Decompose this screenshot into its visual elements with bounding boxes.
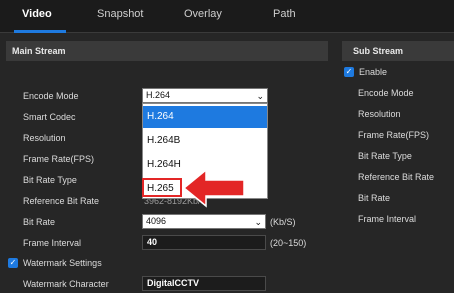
red-arrow-icon: [184, 168, 245, 208]
watermark-character-label: Watermark Character: [23, 279, 109, 289]
sub-encode-mode-label: Encode Mode: [358, 88, 414, 98]
frame-interval-label: Frame Interval: [23, 238, 82, 248]
sub-frame-rate-label: Frame Rate(FPS): [358, 130, 430, 140]
bit-rate-value: 4096: [146, 216, 167, 226]
smart-codec-label: Smart Codec: [23, 112, 76, 122]
tab-path[interactable]: Path: [273, 8, 296, 20]
bit-rate-unit: (Kb/S): [270, 217, 296, 227]
sub-frame-interval-label: Frame Interval: [358, 214, 417, 224]
tab-bar: Video Snapshot Overlay Path: [0, 0, 454, 33]
frame-rate-label: Frame Rate(FPS): [23, 154, 95, 164]
active-tab-indicator: [14, 30, 66, 33]
encode-option-h264b[interactable]: H.264B: [143, 130, 267, 152]
tab-snapshot[interactable]: Snapshot: [97, 8, 143, 20]
chevron-down-icon: ⌄: [256, 91, 264, 101]
encode-mode-select[interactable]: H.264 ⌄: [142, 88, 268, 103]
frame-interval-input[interactable]: 40: [142, 235, 266, 250]
encode-option-h264[interactable]: H.264: [143, 106, 267, 128]
bit-rate-select[interactable]: 4096 ⌄: [142, 214, 266, 229]
tab-overlay[interactable]: Overlay: [184, 8, 222, 20]
sub-stream-header: Sub Stream: [342, 41, 454, 61]
bit-rate-type-label: Bit Rate Type: [23, 175, 77, 185]
watermark-character-input[interactable]: DigitalCCTV: [142, 276, 266, 291]
sub-bit-rate-type-label: Bit Rate Type: [358, 151, 412, 161]
check-icon: ✓: [9, 258, 17, 267]
reference-bit-rate-label: Reference Bit Rate: [23, 196, 100, 206]
tab-video[interactable]: Video: [22, 8, 52, 20]
bit-rate-label: Bit Rate: [23, 217, 56, 227]
sub-bit-rate-label: Bit Rate: [358, 193, 391, 203]
sub-resolution-label: Resolution: [358, 109, 401, 119]
frame-interval-range: (20~150): [270, 238, 307, 248]
h265-highlight-box: [142, 178, 182, 197]
sub-reference-bit-rate-label: Reference Bit Rate: [358, 172, 435, 182]
sub-stream-enable-label: Enable: [359, 67, 388, 77]
watermark-settings-label: Watermark Settings: [23, 258, 102, 268]
encode-mode-value: H.264: [146, 90, 171, 100]
check-icon: ✓: [345, 67, 353, 76]
main-stream-header: Main Stream: [6, 41, 328, 61]
chevron-down-icon: ⌄: [254, 217, 262, 227]
watermark-settings-checkbox[interactable]: ✓: [8, 258, 18, 268]
encode-mode-label: Encode Mode: [23, 91, 79, 101]
resolution-label: Resolution: [23, 133, 66, 143]
sub-stream-enable-checkbox[interactable]: ✓: [344, 67, 354, 77]
